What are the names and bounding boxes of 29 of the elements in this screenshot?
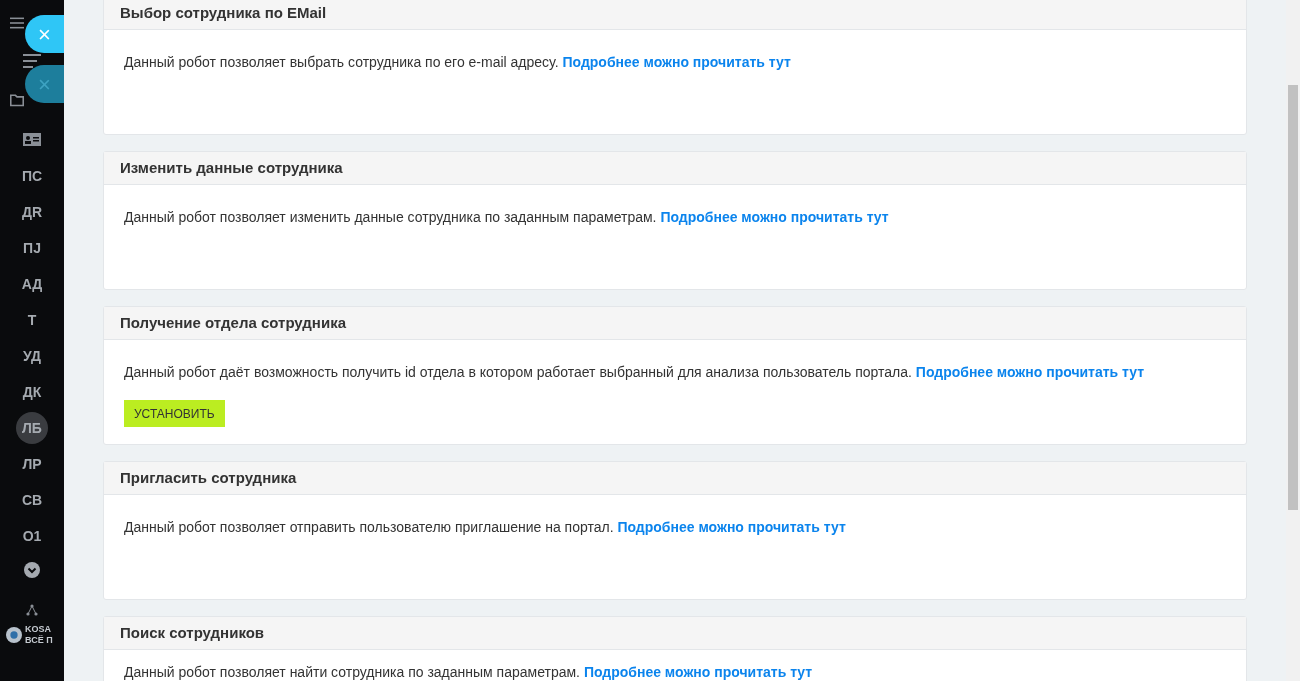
sidebar-item[interactable]: ДК — [16, 376, 48, 408]
card-title: Выбор сотрудника по EMail — [120, 2, 327, 23]
sidebar-item[interactable]: ЛР — [16, 448, 48, 480]
logo-subtitle: ВСЁ П — [25, 635, 53, 646]
card-title: Пригласить сотрудника — [120, 467, 297, 488]
install-button[interactable]: УСТАНОВИТЬ — [124, 400, 225, 427]
sidebar-item[interactable]: ЛБ — [16, 412, 48, 444]
logo-title: KOSA — [25, 624, 52, 635]
more-link[interactable]: Подробнее можно прочитать тут — [583, 664, 813, 680]
card-description: Данный робот даёт возможность получить id отдела в котором работает выбранный для анализа пользователь портала. — [124, 364, 912, 380]
sidebar-item[interactable]: ДR — [16, 196, 48, 228]
sidebar-item[interactable]: Т — [16, 304, 48, 336]
more-link[interactable]: Подробнее можно прочитать тут — [660, 209, 889, 225]
card-title: Получение отдела сотрудника — [120, 312, 346, 333]
sidebar-item[interactable]: УД — [16, 340, 48, 372]
sidebar-item[interactable]: ПС — [16, 160, 48, 192]
card-description: Данный робот позволяет выбрать сотрудника по его e-mail адресу. — [124, 54, 559, 70]
more-link[interactable]: Подробнее можно прочитать тут — [562, 54, 791, 70]
card-title: Поиск сотрудников — [120, 622, 265, 643]
sidebar-item[interactable]: О1 — [16, 520, 48, 552]
card-description: Данный робот позволяет отправить пользователю приглашение на портал. — [124, 519, 614, 535]
card-description: Данный робот позволяет найти сотрудника по заданным параметрам. — [124, 664, 580, 680]
more-link[interactable]: Подробнее можно прочитать тут — [915, 364, 1145, 380]
more-link[interactable]: Подробнее можно прочитать тут — [617, 519, 846, 535]
sidebar-item[interactable]: СВ — [16, 484, 48, 516]
card-title: Изменить данные сотрудника — [120, 157, 343, 178]
sidebar-item[interactable]: АД — [16, 268, 48, 300]
card-description: Данный робот позволяет изменить данные сотрудника по заданным параметрам. — [124, 209, 657, 225]
sidebar-item[interactable]: ПJ — [16, 232, 48, 264]
